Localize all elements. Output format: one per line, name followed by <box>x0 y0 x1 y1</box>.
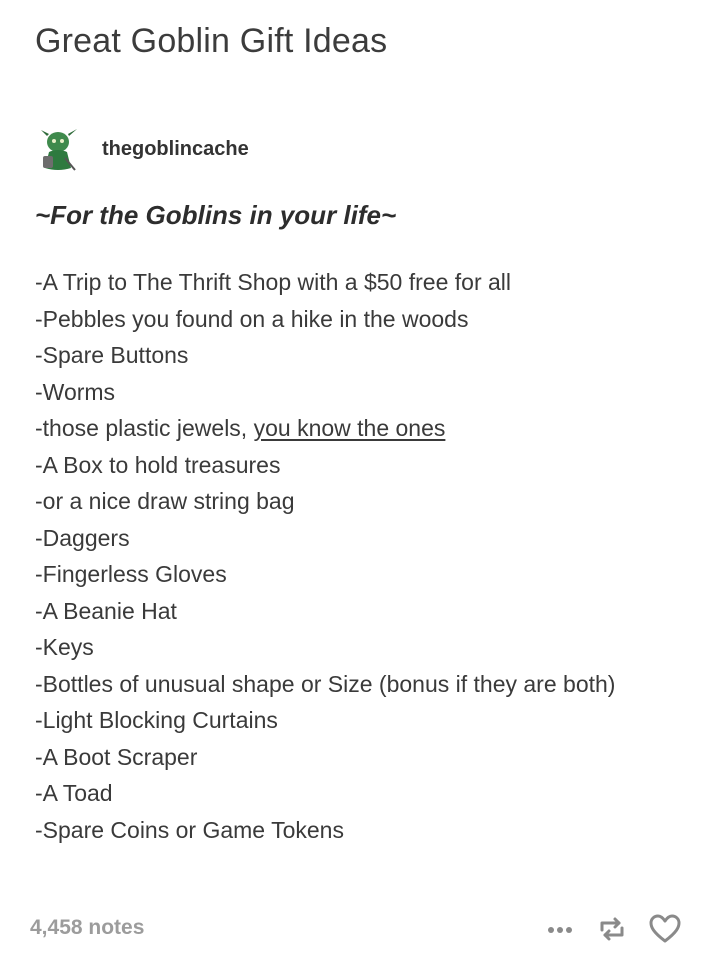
list-item: -A Beanie Hat <box>35 597 177 624</box>
author-name[interactable]: thegoblincache <box>102 138 249 161</box>
list-item: -Light Blocking Curtains <box>35 707 278 733</box>
list-item: -Daggers <box>35 524 130 551</box>
post-heading: ~For the Goblins in your life~ <box>35 200 397 230</box>
list-item: -Bottles of unusual shape or Size (bonus… <box>35 670 616 697</box>
reblog-icon[interactable] <box>595 912 629 946</box>
list-item: -Spare Buttons <box>35 342 189 368</box>
list-item: -Worms <box>35 378 116 405</box>
list-item: -A Toad <box>35 780 113 806</box>
gift-list: -A Trip to The Thrift Shop with a $50 fr… <box>35 264 635 848</box>
list-item: -A Boot Scraper <box>35 743 198 770</box>
notes-count[interactable]: 4,458 notes <box>30 916 144 940</box>
footer-actions <box>525 912 683 946</box>
post-footer: 4,458 notes <box>0 908 715 952</box>
list-item: -Fingerless Gloves <box>35 561 227 587</box>
list-item: -Pebbles you found on a hike in the wood… <box>35 305 469 332</box>
list-item: -A Trip to The Thrift Shop with a $50 fr… <box>35 269 512 295</box>
list-item: -or a nice draw string bag <box>35 488 295 514</box>
list-item: -Spare Coins or Game Tokens <box>35 816 344 843</box>
page-title: Great Goblin Gift Ideas <box>35 22 388 60</box>
author-row: thegoblincache <box>35 126 249 174</box>
list-item: -those plastic jewels, you know the ones <box>35 410 635 447</box>
list-item: -A Box to hold treasures <box>35 451 281 478</box>
jewels-text: -those plastic jewels, <box>35 415 254 441</box>
jewels-link[interactable]: you know the ones <box>254 415 446 441</box>
heart-icon[interactable] <box>647 912 683 946</box>
more-icon[interactable] <box>543 912 577 946</box>
list-item: -Keys <box>35 634 94 660</box>
goblin-avatar[interactable] <box>35 126 81 174</box>
